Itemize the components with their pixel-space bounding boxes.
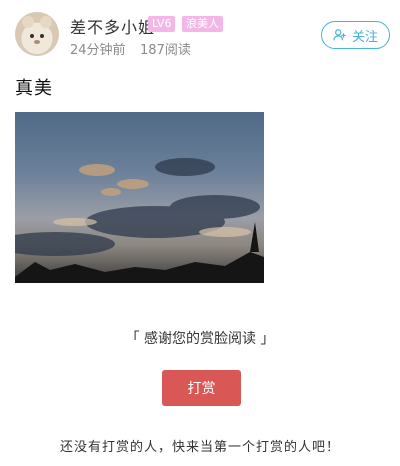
add-user-icon — [333, 29, 346, 41]
post-title: 真美 — [15, 78, 53, 99]
post-photo[interactable] — [15, 112, 264, 283]
title-badge: 浪美人 — [182, 16, 223, 32]
avatar-eye — [40, 34, 44, 38]
avatar-ear — [22, 16, 34, 28]
no-reward-text: 还没有打赏的人，快来当第一个打赏的人吧！ — [59, 440, 340, 455]
follow-label: 关注 — [351, 28, 378, 44]
post-time: 24分钟前 — [70, 43, 126, 58]
sky-photo-image — [15, 112, 264, 283]
avatar[interactable] — [15, 12, 59, 56]
thanks-text: 「 感谢您的赏脸阅读 」 — [125, 331, 275, 347]
avatar-nose — [34, 40, 40, 44]
avatar-eye — [30, 34, 34, 38]
author-name[interactable]: 差不多小姐 — [70, 14, 155, 38]
reward-button[interactable]: 打赏 — [162, 370, 241, 406]
avatar-ear — [40, 16, 52, 28]
post-header: 差不多小姐 LV6 浪美人 24分钟前 187阅读 关注 — [0, 0, 400, 62]
read-count: 187阅读 — [140, 43, 191, 58]
follow-button[interactable]: 关注 — [321, 21, 390, 49]
level-badge: LV6 — [148, 16, 176, 32]
